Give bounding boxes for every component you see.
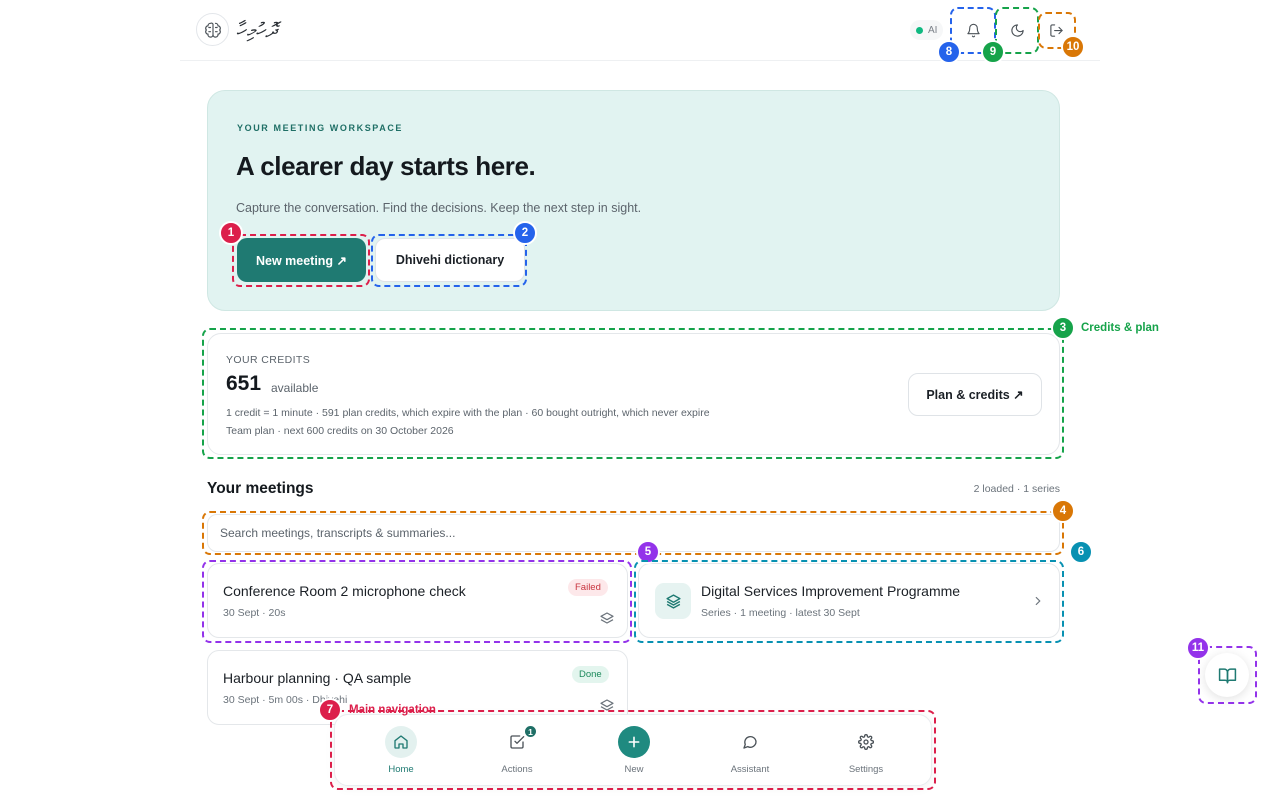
credits-plan-info: Team plan · next 600 credits on 30 Octob… xyxy=(226,425,454,437)
theme-toggle-button[interactable] xyxy=(999,12,1035,48)
annotation-number-11: 11 xyxy=(1186,636,1210,660)
series-meta: Series · 1 meeting · latest 30 Sept xyxy=(701,607,860,619)
nav-label: Settings xyxy=(848,764,884,775)
credits-card: YOUR CREDITS 651 available 1 credit = 1 … xyxy=(207,333,1060,455)
chevron-right-icon xyxy=(1035,596,1041,606)
actions-count-badge: 1 xyxy=(523,724,538,739)
hero-eyebrow: YOUR MEETING WORKSPACE xyxy=(237,123,404,133)
annotation-number-7: 7 xyxy=(318,698,342,722)
annotation-number-2: 2 xyxy=(513,221,537,245)
nav-label: New xyxy=(624,764,644,775)
credits-detail: 1 credit = 1 minute · 591 plan credits, … xyxy=(226,407,710,419)
layers-icon xyxy=(600,699,614,711)
meeting-meta: 30 Sept · 20s xyxy=(223,607,286,619)
plus-icon xyxy=(618,726,650,758)
annotation-number-8: 8 xyxy=(937,40,961,64)
annotation-number-6: 6 xyxy=(1069,540,1093,564)
nav-item-assistant[interactable]: Assistant xyxy=(700,715,800,787)
annotation-number-1: 1 xyxy=(219,221,243,245)
ai-status-badge: AI xyxy=(910,20,944,40)
nav-item-actions[interactable]: 1 Actions xyxy=(467,715,567,787)
annotation-label-3: Credits & plan xyxy=(1081,322,1159,334)
book-open-icon xyxy=(1218,667,1236,683)
credits-label: YOUR CREDITS xyxy=(226,354,311,366)
hero-subtitle: Capture the conversation. Find the decis… xyxy=(236,201,642,215)
status-badge: Failed xyxy=(568,579,608,596)
annotation-number-5: 5 xyxy=(636,540,660,564)
nav-label: Assistant xyxy=(730,764,770,775)
nav-item-new[interactable]: New xyxy=(584,715,684,787)
meeting-title: Conference Room 2 microphone check xyxy=(223,583,466,599)
hero-card: YOUR MEETING WORKSPACE A clearer day sta… xyxy=(207,90,1060,311)
logout-icon xyxy=(1049,23,1063,37)
credits-amount: 651 xyxy=(226,372,262,395)
new-meeting-button[interactable]: New meeting ↗ xyxy=(237,238,366,282)
layers-icon xyxy=(600,612,614,624)
series-card[interactable]: Digital Services Improvement Programme S… xyxy=(638,563,1060,638)
gear-icon xyxy=(850,726,882,758)
hero-title: A clearer day starts here. xyxy=(236,151,536,181)
annotation-label-7: Main navigation xyxy=(349,704,436,716)
moon-icon xyxy=(1010,23,1024,37)
top-bar: ދޮހުމިހާ AI xyxy=(180,0,1100,61)
meetings-count: 2 loaded · 1 series xyxy=(973,483,1060,495)
status-badge: Done xyxy=(572,666,609,683)
nav-label: Actions xyxy=(501,764,533,775)
annotation-number-4: 4 xyxy=(1051,499,1075,523)
series-layers-icon xyxy=(655,583,691,619)
annotation-number-9: 9 xyxy=(981,40,1005,64)
series-title: Digital Services Improvement Programme xyxy=(701,583,961,599)
page: ދޮހުމިހާ AI YOUR MEETING WORKSPACE A cle… xyxy=(0,0,1280,800)
meeting-card[interactable]: Conference Room 2 microphone check 30 Se… xyxy=(207,563,628,638)
annotation-number-3: 3 xyxy=(1051,316,1075,340)
ai-label: AI xyxy=(928,24,938,36)
dhivehi-dictionary-button[interactable]: Dhivehi dictionary xyxy=(375,238,525,282)
nav-label: Home xyxy=(388,764,414,775)
ai-status-dot xyxy=(916,26,923,34)
meetings-heading: Your meetings xyxy=(207,480,314,497)
brain-logo-icon[interactable] xyxy=(196,13,229,46)
main-navigation: Home 1 Actions New Assistant Settings xyxy=(334,714,932,786)
help-book-button[interactable] xyxy=(1205,653,1249,697)
credits-unit: available xyxy=(271,381,319,395)
meeting-title: Harbour planning · QA sample xyxy=(223,670,412,686)
chat-bubble-icon xyxy=(734,726,766,758)
nav-item-settings[interactable]: Settings xyxy=(816,715,916,787)
search-input[interactable] xyxy=(207,514,1060,552)
nav-item-home[interactable]: Home xyxy=(351,715,451,787)
bell-icon xyxy=(966,23,980,37)
annotation-number-10: 10 xyxy=(1061,35,1085,59)
home-icon xyxy=(385,726,417,758)
brand-name: ދޮހުމިހާ xyxy=(236,18,278,42)
plan-credits-button[interactable]: Plan & credits ↗ xyxy=(908,373,1042,416)
